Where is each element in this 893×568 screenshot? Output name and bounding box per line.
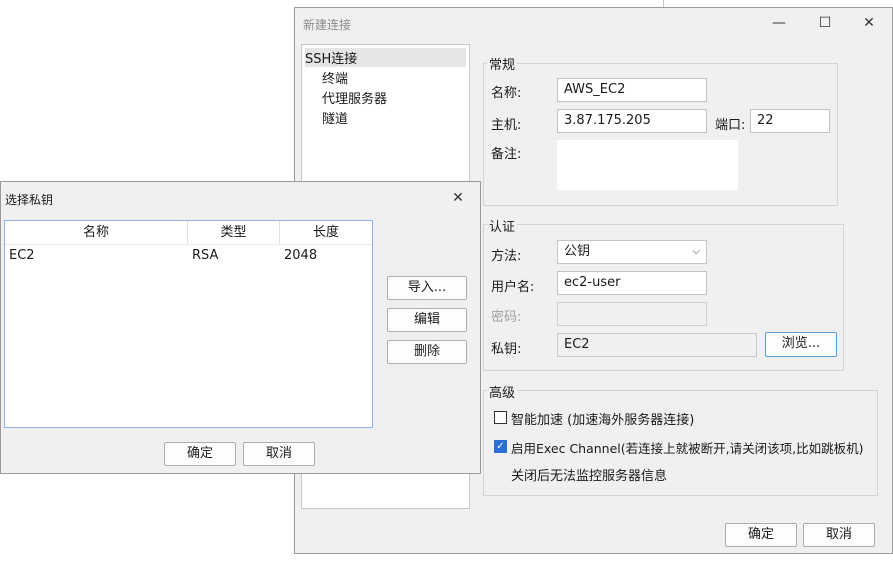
import-button[interactable]: 导入... <box>387 276 467 300</box>
note-field[interactable] <box>557 140 738 190</box>
note-label: 备注: <box>491 147 522 162</box>
tree-item-proxy[interactable]: 代理服务器 <box>322 88 387 107</box>
column-header-length[interactable]: 长度 <box>280 221 372 245</box>
tree-item-tunnel[interactable]: 隧道 <box>322 108 348 127</box>
password-label: 密码: <box>491 310 522 325</box>
key-ok-button[interactable]: 确定 <box>164 442 236 466</box>
host-field[interactable]: 3.87.175.205 <box>557 109 707 133</box>
minimize-icon[interactable]: — <box>771 15 787 31</box>
delete-button[interactable]: 删除 <box>387 340 467 364</box>
close-icon[interactable]: ✕ <box>450 190 466 206</box>
exec-channel-note: 关闭后无法监控服务器信息 <box>511 469 668 484</box>
username-field[interactable]: ec2-user <box>557 271 707 295</box>
private-key-field: EC2 <box>557 333 757 357</box>
method-select[interactable]: 公钥 ⌵ <box>557 240 707 264</box>
table-row[interactable]: EC2 RSA 2048 <box>5 245 372 267</box>
port-label: 端口: <box>715 118 746 133</box>
browse-button[interactable]: 浏览... <box>765 332 837 357</box>
host-label: 主机: <box>491 118 522 133</box>
method-value: 公钥 <box>564 244 591 259</box>
auth-legend: 认证 <box>487 216 518 235</box>
dialog-title: 新建连接 <box>303 18 352 32</box>
smart-accel-label[interactable]: 智能加速 (加速海外服务器连接) <box>511 409 694 428</box>
private-key-label: 私钥: <box>491 342 522 357</box>
key-length-cell: 2048 <box>284 248 318 263</box>
key-list: 名称 类型 长度 EC2 RSA 2048 <box>4 220 373 428</box>
exec-channel-label[interactable]: 启用Exec Channel(若连接上就被断开,请关闭该项,比如跳板机) <box>511 438 863 457</box>
cancel-button[interactable]: 取消 <box>803 523 875 547</box>
name-label: 名称: <box>491 86 522 101</box>
chevron-down-icon: ⌵ <box>692 246 700 257</box>
column-header-name[interactable]: 名称 <box>5 221 188 245</box>
key-name-cell: EC2 <box>9 248 35 263</box>
key-cancel-button[interactable]: 取消 <box>243 442 315 466</box>
exec-channel-checkbox[interactable]: ✓ <box>494 440 507 453</box>
advanced-legend: 高级 <box>487 382 518 401</box>
check-icon: ✓ <box>496 441 505 452</box>
name-field[interactable]: AWS_EC2 <box>557 78 707 102</box>
tree-item-terminal[interactable]: 终端 <box>322 68 348 87</box>
username-label: 用户名: <box>491 280 535 295</box>
column-header-type[interactable]: 类型 <box>188 221 280 245</box>
select-key-dialog: 选择私钥 ✕ 名称 类型 长度 EC2 RSA 2048 导入... 编辑 删除… <box>0 181 481 474</box>
select-key-title: 选择私钥 <box>5 193 54 207</box>
general-legend: 常规 <box>487 54 518 73</box>
close-icon[interactable]: ✕ <box>861 15 877 31</box>
method-label: 方法: <box>491 249 522 264</box>
maximize-icon[interactable]: ☐ <box>817 15 833 31</box>
smart-accel-checkbox[interactable] <box>494 411 507 424</box>
key-type-cell: RSA <box>192 248 219 263</box>
ok-button[interactable]: 确定 <box>725 523 797 547</box>
tree-item-ssh[interactable]: SSH连接 <box>305 48 466 67</box>
edit-button[interactable]: 编辑 <box>387 308 467 332</box>
password-field <box>557 302 707 326</box>
port-field[interactable]: 22 <box>750 109 830 133</box>
